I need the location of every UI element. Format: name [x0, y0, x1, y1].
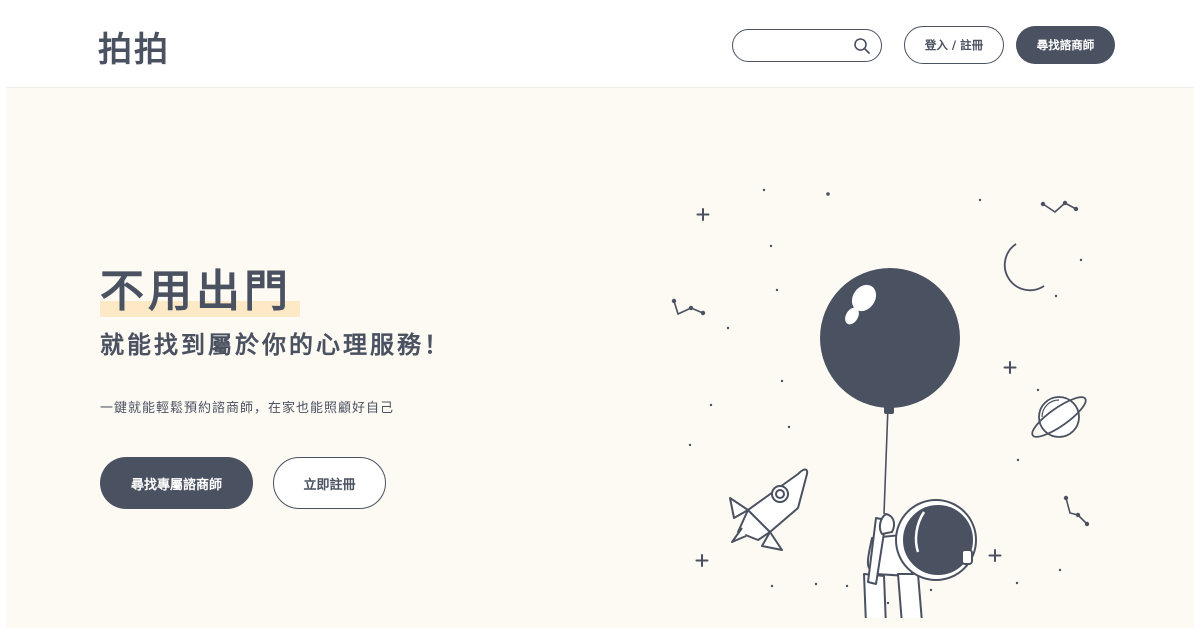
hero-section: 不用出門 就能找到屬於你的心理服務！ 一鍵就能輕鬆預約諮商師，在家也能照顧好自己… — [6, 88, 1194, 628]
hero-title: 不用出門 — [100, 266, 292, 317]
page-frame: 拍拍 登入 / 註冊 尋找諮商師 不用出門 就能找到屬於你的心理服務！ 一鍵就能… — [6, 0, 1194, 628]
astronaut-illustration — [671, 188, 1090, 618]
search-box[interactable] — [732, 29, 882, 62]
login-register-button[interactable]: 登入 / 註冊 — [904, 26, 1004, 64]
find-counselor-nav-button[interactable]: 尋找諮商師 — [1016, 26, 1115, 64]
site-header: 拍拍 登入 / 註冊 尋找諮商師 — [6, 0, 1194, 88]
search-input[interactable] — [747, 36, 851, 56]
register-button[interactable]: 立即註冊 — [273, 457, 386, 509]
hero-description: 一鍵就能輕鬆預約諮商師，在家也能照顧好自己 — [100, 401, 395, 416]
hero-subtitle: 就能找到屬於你的心理服務！ — [100, 331, 451, 359]
site-logo[interactable]: 拍拍 — [98, 22, 170, 71]
rocket-icon — [729, 468, 809, 551]
find-counselor-button[interactable]: 尋找專屬諮商師 — [100, 457, 253, 509]
balloon-string — [883, 405, 889, 515]
moon-icon — [1003, 243, 1045, 292]
planet-icon — [1031, 396, 1087, 438]
hero-title-wrap: 不用出門 — [100, 265, 300, 319]
astronaut-icon — [863, 499, 977, 618]
balloon-icon — [820, 268, 960, 414]
search-icon[interactable] — [853, 37, 871, 55]
